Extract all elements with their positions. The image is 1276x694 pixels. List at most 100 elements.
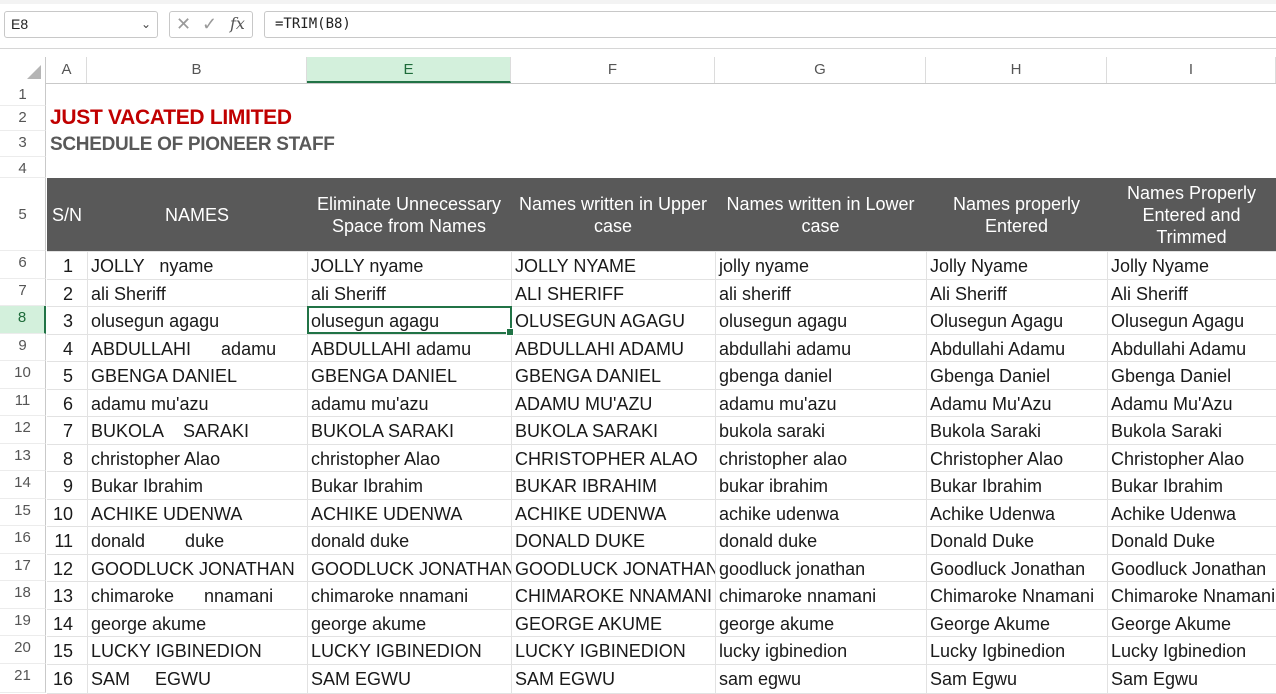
table-header-cell[interactable]: Names properly Entered bbox=[926, 178, 1107, 251]
cancel-icon[interactable]: ✕ bbox=[176, 14, 191, 35]
serial-number-cell[interactable]: 9 bbox=[47, 471, 87, 499]
name-cell[interactable]: Bukola Saraki bbox=[1107, 416, 1276, 444]
name-cell[interactable]: bukola saraki bbox=[715, 416, 926, 444]
name-cell[interactable]: chimaroke nnamani bbox=[307, 581, 511, 609]
row-header-8[interactable]: 8 bbox=[0, 306, 46, 334]
name-cell[interactable]: donald duke bbox=[307, 526, 511, 554]
row-header-6[interactable]: 6 bbox=[0, 251, 46, 279]
name-cell[interactable]: ali Sheriff bbox=[87, 279, 307, 306]
name-cell[interactable]: Sam Egwu bbox=[926, 664, 1107, 693]
name-cell[interactable]: ali sheriff bbox=[715, 279, 926, 306]
name-cell[interactable]: Jolly Nyame bbox=[926, 251, 1107, 279]
name-cell[interactable]: Bukar Ibrahim bbox=[87, 471, 307, 499]
name-cell[interactable]: CHIMAROKE NNAMANI bbox=[511, 581, 715, 609]
name-cell[interactable]: Lucky Igbinedion bbox=[1107, 636, 1276, 664]
name-cell[interactable]: SAM EGWU bbox=[87, 664, 307, 693]
column-header-g[interactable]: G bbox=[715, 57, 926, 83]
name-cell[interactable]: Ali Sheriff bbox=[1107, 279, 1276, 306]
name-cell[interactable]: Olusegun Agagu bbox=[1107, 306, 1276, 334]
name-cell[interactable]: ABDULLAHI adamu bbox=[87, 334, 307, 361]
name-cell[interactable]: Achike Udenwa bbox=[926, 499, 1107, 526]
name-cell[interactable]: Olusegun Agagu bbox=[926, 306, 1107, 334]
row-header-11[interactable]: 11 bbox=[0, 389, 46, 416]
table-header-cell[interactable]: Names written in Lower case bbox=[715, 178, 926, 251]
row-header-1[interactable]: 1 bbox=[0, 83, 46, 106]
name-cell[interactable]: christopher alao bbox=[715, 444, 926, 471]
column-header-b[interactable]: B bbox=[87, 57, 307, 83]
name-cell[interactable]: Donald Duke bbox=[926, 526, 1107, 554]
serial-number-cell[interactable]: 5 bbox=[47, 361, 87, 389]
row-header-14[interactable]: 14 bbox=[0, 471, 46, 499]
name-cell[interactable]: sam egwu bbox=[715, 664, 926, 693]
name-cell[interactable]: achike udenwa bbox=[715, 499, 926, 526]
name-cell[interactable]: abdullahi adamu bbox=[715, 334, 926, 361]
serial-number-cell[interactable]: 3 bbox=[47, 306, 87, 334]
name-cell[interactable]: Bukola Saraki bbox=[926, 416, 1107, 444]
serial-number-cell[interactable]: 6 bbox=[47, 389, 87, 416]
name-cell[interactable]: GBENGA DANIEL bbox=[511, 361, 715, 389]
name-cell[interactable]: olusegun agagu bbox=[87, 306, 307, 334]
name-cell[interactable]: george akume bbox=[715, 609, 926, 636]
name-cell[interactable]: george akume bbox=[307, 609, 511, 636]
name-cell[interactable]: BUKOLA SARAKI bbox=[307, 416, 511, 444]
name-cell[interactable]: OLUSEGUN AGAGU bbox=[511, 306, 715, 334]
serial-number-cell[interactable]: 7 bbox=[47, 416, 87, 444]
name-cell[interactable]: ALI SHERIFF bbox=[511, 279, 715, 306]
serial-number-cell[interactable]: 16 bbox=[47, 664, 87, 693]
serial-number-cell[interactable]: 13 bbox=[47, 581, 87, 609]
name-cell[interactable]: Abdullahi Adamu bbox=[1107, 334, 1276, 361]
table-header-cell[interactable]: Eliminate Unnecessary Space from Names bbox=[307, 178, 511, 251]
name-cell[interactable]: gbenga daniel bbox=[715, 361, 926, 389]
name-cell[interactable]: JOLLY nyame bbox=[307, 251, 511, 279]
name-cell[interactable]: donald duke bbox=[715, 526, 926, 554]
name-cell[interactable]: Christopher Alao bbox=[1107, 444, 1276, 471]
column-header-e[interactable]: E bbox=[307, 57, 511, 83]
name-cell[interactable]: JOLLY NYAME bbox=[511, 251, 715, 279]
name-cell[interactable]: George Akume bbox=[926, 609, 1107, 636]
name-cell[interactable]: Bukar Ibrahim bbox=[307, 471, 511, 499]
name-cell[interactable]: george akume bbox=[87, 609, 307, 636]
serial-number-cell[interactable]: 12 bbox=[47, 554, 87, 581]
name-cell[interactable]: BUKAR IBRAHIM bbox=[511, 471, 715, 499]
name-cell[interactable]: GOODLUCK JONATHAN bbox=[307, 554, 511, 581]
row-header-12[interactable]: 12 bbox=[0, 416, 46, 444]
name-cell[interactable]: christopher Alao bbox=[87, 444, 307, 471]
name-cell[interactable]: Adamu Mu'Azu bbox=[926, 389, 1107, 416]
name-cell[interactable]: Gbenga Daniel bbox=[926, 361, 1107, 389]
serial-number-cell[interactable]: 4 bbox=[47, 334, 87, 361]
name-cell[interactable]: ACHIKE UDENWA bbox=[87, 499, 307, 526]
name-cell[interactable]: Goodluck Jonathan bbox=[926, 554, 1107, 581]
name-cell[interactable]: BUKOLA SARAKI bbox=[87, 416, 307, 444]
name-cell[interactable]: Jolly Nyame bbox=[1107, 251, 1276, 279]
table-header-cell[interactable]: NAMES bbox=[87, 178, 307, 251]
row-header-4[interactable]: 4 bbox=[0, 157, 46, 178]
serial-number-cell[interactable]: 15 bbox=[47, 636, 87, 664]
name-cell[interactable]: ACHIKE UDENWA bbox=[511, 499, 715, 526]
row-header-20[interactable]: 20 bbox=[0, 636, 46, 664]
name-cell[interactable]: Christopher Alao bbox=[926, 444, 1107, 471]
name-cell[interactable]: bukar ibrahim bbox=[715, 471, 926, 499]
row-header-3[interactable]: 3 bbox=[0, 131, 46, 157]
row-header-21[interactable]: 21 bbox=[0, 664, 46, 693]
row-header-13[interactable]: 13 bbox=[0, 444, 46, 471]
name-cell[interactable]: JOLLY nyame bbox=[87, 251, 307, 279]
name-cell[interactable]: olusegun agagu bbox=[307, 306, 511, 334]
row-header-17[interactable]: 17 bbox=[0, 554, 46, 581]
row-header-9[interactable]: 9 bbox=[0, 334, 46, 361]
name-cell[interactable]: ABDULLAHI adamu bbox=[307, 334, 511, 361]
name-cell[interactable]: ali Sheriff bbox=[307, 279, 511, 306]
row-header-18[interactable]: 18 bbox=[0, 581, 46, 609]
select-all-button[interactable] bbox=[0, 57, 46, 83]
name-cell[interactable]: Abdullahi Adamu bbox=[926, 334, 1107, 361]
column-header-h[interactable]: H bbox=[926, 57, 1107, 83]
serial-number-cell[interactable]: 14 bbox=[47, 609, 87, 636]
formula-input[interactable]: =TRIM(B8) bbox=[264, 11, 1276, 38]
name-cell[interactable]: Adamu Mu'Azu bbox=[1107, 389, 1276, 416]
name-cell[interactable]: GOODLUCK JONATHAN bbox=[87, 554, 307, 581]
name-cell[interactable]: ACHIKE UDENWA bbox=[307, 499, 511, 526]
name-cell[interactable]: Chimaroke Nnamani bbox=[1107, 581, 1276, 609]
name-cell[interactable]: adamu mu'azu bbox=[715, 389, 926, 416]
name-cell[interactable]: adamu mu'azu bbox=[87, 389, 307, 416]
name-cell[interactable]: Achike Udenwa bbox=[1107, 499, 1276, 526]
name-cell[interactable]: George Akume bbox=[1107, 609, 1276, 636]
